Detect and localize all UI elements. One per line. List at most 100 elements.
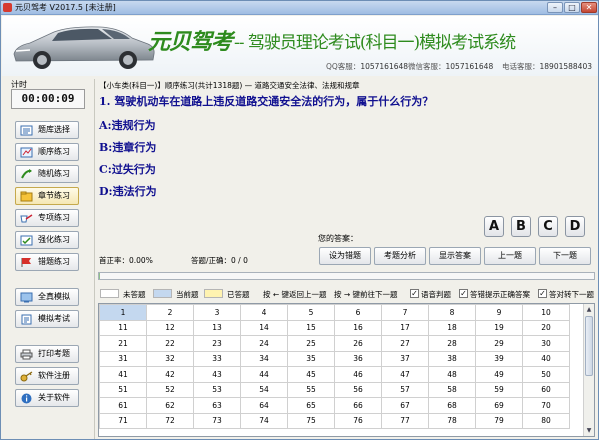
question-cell[interactable]: 33: [193, 350, 241, 367]
question-cell[interactable]: 44: [240, 366, 288, 383]
question-cell[interactable]: 77: [381, 412, 429, 429]
sidebar-item-register[interactable]: 软件注册: [15, 367, 79, 385]
question-cell[interactable]: 45: [287, 366, 335, 383]
question-cell[interactable]: 56: [334, 381, 382, 398]
question-cell[interactable]: 9: [475, 304, 523, 321]
question-cell[interactable]: 13: [193, 319, 241, 336]
question-cell[interactable]: 46: [334, 366, 382, 383]
question-cell[interactable]: 43: [193, 366, 241, 383]
question-cell[interactable]: 30: [522, 335, 570, 352]
question-cell[interactable]: 5: [287, 304, 335, 321]
question-cell[interactable]: 26: [334, 335, 382, 352]
question-cell[interactable]: 37: [381, 350, 429, 367]
question-cell[interactable]: 36: [334, 350, 382, 367]
question-cell[interactable]: 64: [240, 397, 288, 414]
question-cell[interactable]: 72: [146, 412, 194, 429]
question-cell[interactable]: 14: [240, 319, 288, 336]
sidebar-item-chapter[interactable]: 章节练习: [15, 187, 79, 205]
question-cell[interactable]: 42: [146, 366, 194, 383]
question-cell[interactable]: 12: [146, 319, 194, 336]
question-cell[interactable]: 22: [146, 335, 194, 352]
question-cell[interactable]: 25: [287, 335, 335, 352]
answer-b-button[interactable]: B: [511, 216, 531, 237]
question-cell[interactable]: 34: [240, 350, 288, 367]
sidebar-item-full-simulation[interactable]: 全真模拟: [15, 288, 79, 306]
question-cell[interactable]: 80: [522, 412, 570, 429]
maximize-button[interactable]: □: [564, 2, 580, 13]
question-cell[interactable]: 41: [99, 366, 147, 383]
grid-scrollbar[interactable]: ▲ ▼: [583, 304, 594, 436]
question-cell[interactable]: 3: [193, 304, 241, 321]
auto-next-checkbox[interactable]: ✓: [538, 289, 547, 298]
question-cell[interactable]: 27: [381, 335, 429, 352]
question-cell[interactable]: 7: [381, 304, 429, 321]
question-cell[interactable]: 32: [146, 350, 194, 367]
question-cell[interactable]: 16: [334, 319, 382, 336]
question-cell[interactable]: 23: [193, 335, 241, 352]
question-cell[interactable]: 15: [287, 319, 335, 336]
question-cell[interactable]: 19: [475, 319, 523, 336]
question-cell[interactable]: 70: [522, 397, 570, 414]
question-cell[interactable]: 51: [99, 381, 147, 398]
question-cell[interactable]: 6: [334, 304, 382, 321]
next-question-button[interactable]: 下一题: [539, 247, 591, 265]
sidebar-item-print[interactable]: 打印考题: [15, 345, 79, 363]
scroll-down-icon[interactable]: ▼: [585, 426, 593, 435]
show-correct-checkbox[interactable]: ✓: [459, 289, 468, 298]
question-cell[interactable]: 75: [287, 412, 335, 429]
question-cell[interactable]: 10: [522, 304, 570, 321]
question-cell[interactable]: 52: [146, 381, 194, 398]
question-cell[interactable]: 18: [428, 319, 476, 336]
question-cell[interactable]: 4: [240, 304, 288, 321]
close-button[interactable]: ✕: [581, 2, 597, 13]
question-cell[interactable]: 55: [287, 381, 335, 398]
question-cell[interactable]: 1: [99, 304, 147, 321]
question-cell[interactable]: 60: [522, 381, 570, 398]
question-cell[interactable]: 53: [193, 381, 241, 398]
question-cell[interactable]: 66: [334, 397, 382, 414]
answer-c-button[interactable]: C: [538, 216, 558, 237]
answer-a-button[interactable]: A: [484, 216, 504, 237]
answer-d-button[interactable]: D: [565, 216, 585, 237]
question-cell[interactable]: 39: [475, 350, 523, 367]
previous-question-button[interactable]: 上一题: [484, 247, 536, 265]
mark-wrong-button[interactable]: 设为错题: [319, 247, 371, 265]
show-answer-button[interactable]: 显示答案: [429, 247, 481, 265]
scrollbar-thumb[interactable]: [585, 316, 593, 376]
question-cell[interactable]: 65: [287, 397, 335, 414]
question-cell[interactable]: 48: [428, 366, 476, 383]
question-cell[interactable]: 79: [475, 412, 523, 429]
question-cell[interactable]: 54: [240, 381, 288, 398]
question-cell[interactable]: 78: [428, 412, 476, 429]
question-cell[interactable]: 59: [475, 381, 523, 398]
scroll-up-icon[interactable]: ▲: [585, 305, 593, 314]
question-cell[interactable]: 11: [99, 319, 147, 336]
question-cell[interactable]: 2: [146, 304, 194, 321]
voice-checkbox[interactable]: ✓: [410, 289, 419, 298]
sidebar-item-mock-exam[interactable]: 模拟考试: [15, 310, 79, 328]
question-cell[interactable]: 21: [99, 335, 147, 352]
sidebar-item-sequence[interactable]: 顺序练习: [15, 143, 79, 161]
question-cell[interactable]: 71: [99, 412, 147, 429]
question-cell[interactable]: 57: [381, 381, 429, 398]
question-cell[interactable]: 38: [428, 350, 476, 367]
sidebar-item-intensive[interactable]: 强化练习: [15, 231, 79, 249]
question-cell[interactable]: 67: [381, 397, 429, 414]
question-cell[interactable]: 73: [193, 412, 241, 429]
question-cell[interactable]: 47: [381, 366, 429, 383]
sidebar-item-wrong-questions[interactable]: 错题练习: [15, 253, 79, 271]
question-cell[interactable]: 24: [240, 335, 288, 352]
question-cell[interactable]: 31: [99, 350, 147, 367]
question-cell[interactable]: 17: [381, 319, 429, 336]
minimize-button[interactable]: –: [547, 2, 563, 13]
question-cell[interactable]: 62: [146, 397, 194, 414]
title-bar[interactable]: 元贝驾考 V2017.5 [未注册] – □ ✕: [1, 1, 598, 15]
question-cell[interactable]: 76: [334, 412, 382, 429]
question-cell[interactable]: 63: [193, 397, 241, 414]
question-cell[interactable]: 35: [287, 350, 335, 367]
question-cell[interactable]: 8: [428, 304, 476, 321]
question-analysis-button[interactable]: 考题分析: [374, 247, 426, 265]
question-cell[interactable]: 61: [99, 397, 147, 414]
question-cell[interactable]: 28: [428, 335, 476, 352]
sidebar-item-random[interactable]: 随机练习: [15, 165, 79, 183]
